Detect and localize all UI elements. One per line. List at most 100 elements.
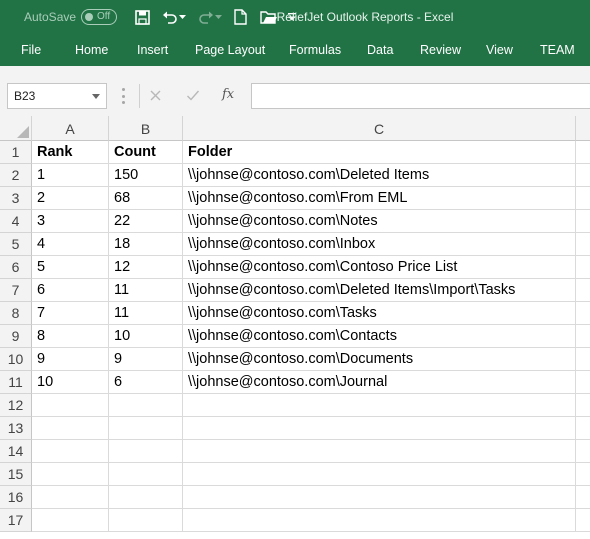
row-header-1[interactable]: 1 bbox=[0, 141, 32, 164]
row-header-5[interactable]: 5 bbox=[0, 233, 32, 256]
row-header-15[interactable]: 15 bbox=[0, 463, 32, 486]
enter-icon[interactable] bbox=[186, 89, 200, 107]
cell-b13[interactable] bbox=[109, 417, 183, 440]
insert-function-icon[interactable]: fx bbox=[222, 87, 234, 102]
formula-input[interactable] bbox=[251, 83, 590, 109]
cell-b8[interactable]: 11 bbox=[109, 302, 183, 325]
row-header-13[interactable]: 13 bbox=[0, 417, 32, 440]
row-header-6[interactable]: 6 bbox=[0, 256, 32, 279]
tab-insert[interactable]: Insert bbox=[137, 43, 168, 57]
cell-c7[interactable]: \\johnse@contoso.com\Deleted Items\Impor… bbox=[183, 279, 576, 302]
row-header-7[interactable]: 7 bbox=[0, 279, 32, 302]
cell-a1[interactable]: Rank bbox=[32, 141, 109, 164]
cancel-icon[interactable] bbox=[149, 89, 162, 107]
tab-team[interactable]: TEAM bbox=[540, 43, 575, 57]
tab-file[interactable]: File bbox=[21, 43, 41, 57]
cell-c11[interactable]: \\johnse@contoso.com\Journal bbox=[183, 371, 576, 394]
cell-c14[interactable] bbox=[183, 440, 576, 463]
cell-c10[interactable]: \\johnse@contoso.com\Documents bbox=[183, 348, 576, 371]
cell-a16[interactable] bbox=[32, 486, 109, 509]
cell-b14[interactable] bbox=[109, 440, 183, 463]
cell-a3[interactable]: 2 bbox=[32, 187, 109, 210]
cell-c15[interactable] bbox=[183, 463, 576, 486]
column-header-a[interactable]: A bbox=[32, 116, 109, 141]
row-header-2[interactable]: 2 bbox=[0, 164, 32, 187]
cell-c16[interactable] bbox=[183, 486, 576, 509]
cell-a7[interactable]: 6 bbox=[32, 279, 109, 302]
cell-d17[interactable] bbox=[576, 509, 590, 532]
cell-d12[interactable] bbox=[576, 394, 590, 417]
cell-b4[interactable]: 22 bbox=[109, 210, 183, 233]
tab-view[interactable]: View bbox=[486, 43, 513, 57]
cell-b5[interactable]: 18 bbox=[109, 233, 183, 256]
cell-b3[interactable]: 68 bbox=[109, 187, 183, 210]
cell-d16[interactable] bbox=[576, 486, 590, 509]
cell-a6[interactable]: 5 bbox=[32, 256, 109, 279]
row-header-4[interactable]: 4 bbox=[0, 210, 32, 233]
cell-a15[interactable] bbox=[32, 463, 109, 486]
tab-data[interactable]: Data bbox=[367, 43, 393, 57]
cell-b2[interactable]: 150 bbox=[109, 164, 183, 187]
column-header-d[interactable] bbox=[576, 116, 590, 141]
cell-a13[interactable] bbox=[32, 417, 109, 440]
cell-c4[interactable]: \\johnse@contoso.com\Notes bbox=[183, 210, 576, 233]
cell-a8[interactable]: 7 bbox=[32, 302, 109, 325]
cell-c12[interactable] bbox=[183, 394, 576, 417]
cell-b7[interactable]: 11 bbox=[109, 279, 183, 302]
cell-c1[interactable]: Folder bbox=[183, 141, 576, 164]
grip-icon[interactable] bbox=[122, 88, 125, 104]
cell-b16[interactable] bbox=[109, 486, 183, 509]
cell-a14[interactable] bbox=[32, 440, 109, 463]
cell-d15[interactable] bbox=[576, 463, 590, 486]
cell-a5[interactable]: 4 bbox=[32, 233, 109, 256]
cell-b9[interactable]: 10 bbox=[109, 325, 183, 348]
tab-review[interactable]: Review bbox=[420, 43, 461, 57]
cell-d4[interactable] bbox=[576, 210, 590, 233]
row-header-8[interactable]: 8 bbox=[0, 302, 32, 325]
cell-a9[interactable]: 8 bbox=[32, 325, 109, 348]
cell-a10[interactable]: 9 bbox=[32, 348, 109, 371]
cell-d8[interactable] bbox=[576, 302, 590, 325]
tab-home[interactable]: Home bbox=[75, 43, 108, 57]
cell-c8[interactable]: \\johnse@contoso.com\Tasks bbox=[183, 302, 576, 325]
cell-a4[interactable]: 3 bbox=[32, 210, 109, 233]
cell-b1[interactable]: Count bbox=[109, 141, 183, 164]
cell-d7[interactable] bbox=[576, 279, 590, 302]
cell-b17[interactable] bbox=[109, 509, 183, 532]
row-header-9[interactable]: 9 bbox=[0, 325, 32, 348]
cell-d10[interactable] bbox=[576, 348, 590, 371]
cell-b10[interactable]: 9 bbox=[109, 348, 183, 371]
row-header-12[interactable]: 12 bbox=[0, 394, 32, 417]
cell-d11[interactable] bbox=[576, 371, 590, 394]
cell-d6[interactable] bbox=[576, 256, 590, 279]
name-box[interactable]: B23 bbox=[7, 83, 107, 109]
cell-b6[interactable]: 12 bbox=[109, 256, 183, 279]
cell-c5[interactable]: \\johnse@contoso.com\Inbox bbox=[183, 233, 576, 256]
cell-a12[interactable] bbox=[32, 394, 109, 417]
cell-a11[interactable]: 10 bbox=[32, 371, 109, 394]
cell-c9[interactable]: \\johnse@contoso.com\Contacts bbox=[183, 325, 576, 348]
cell-b11[interactable]: 6 bbox=[109, 371, 183, 394]
cell-b12[interactable] bbox=[109, 394, 183, 417]
tab-page-layout[interactable]: Page Layout bbox=[195, 43, 265, 57]
row-header-10[interactable]: 10 bbox=[0, 348, 32, 371]
cell-d5[interactable] bbox=[576, 233, 590, 256]
cell-c13[interactable] bbox=[183, 417, 576, 440]
column-header-b[interactable]: B bbox=[109, 116, 183, 141]
cell-a17[interactable] bbox=[32, 509, 109, 532]
cell-b15[interactable] bbox=[109, 463, 183, 486]
cell-d1[interactable] bbox=[576, 141, 590, 164]
cell-a2[interactable]: 1 bbox=[32, 164, 109, 187]
row-header-14[interactable]: 14 bbox=[0, 440, 32, 463]
cell-d14[interactable] bbox=[576, 440, 590, 463]
select-all-corner[interactable] bbox=[0, 116, 32, 141]
cell-d9[interactable] bbox=[576, 325, 590, 348]
cell-d13[interactable] bbox=[576, 417, 590, 440]
tab-formulas[interactable]: Formulas bbox=[289, 43, 341, 57]
cell-d3[interactable] bbox=[576, 187, 590, 210]
cell-c6[interactable]: \\johnse@contoso.com\Contoso Price List bbox=[183, 256, 576, 279]
column-header-c[interactable]: C bbox=[183, 116, 576, 141]
cell-c3[interactable]: \\johnse@contoso.com\From EML bbox=[183, 187, 576, 210]
row-header-16[interactable]: 16 bbox=[0, 486, 32, 509]
cell-c2[interactable]: \\johnse@contoso.com\Deleted Items bbox=[183, 164, 576, 187]
